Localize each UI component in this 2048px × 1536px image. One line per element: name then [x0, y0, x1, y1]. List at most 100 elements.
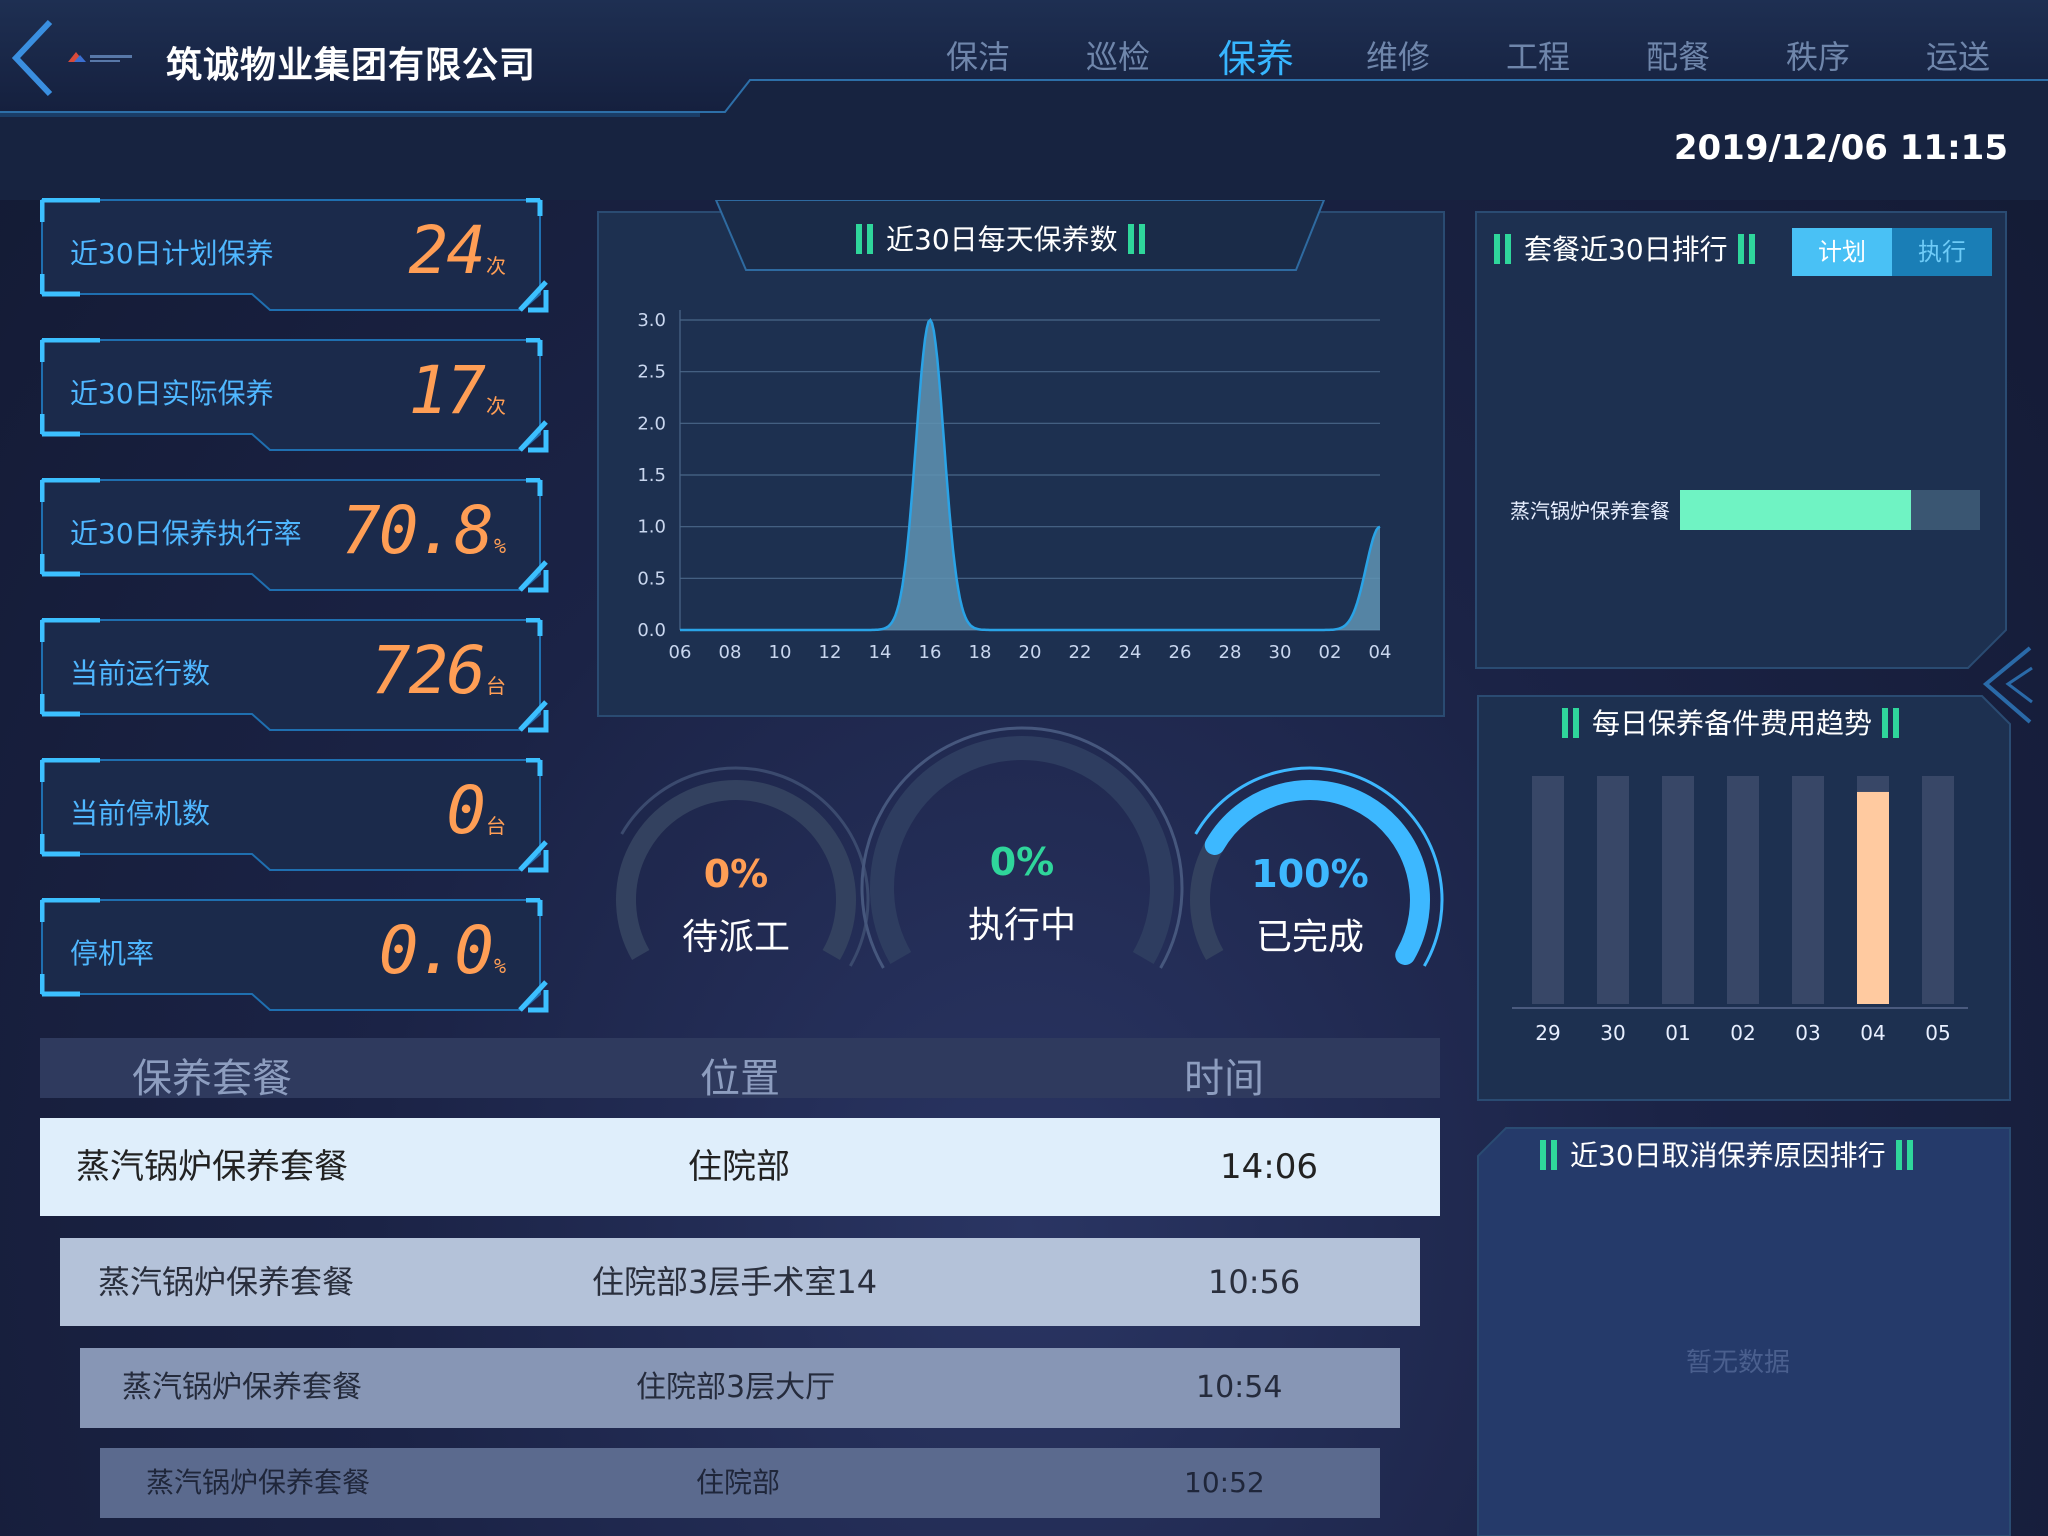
- back-button[interactable]: [8, 18, 58, 98]
- chevron-left-icon: [11, 19, 53, 97]
- x-tick-label: 26: [1169, 642, 1192, 663]
- y-tick-label: 0.5: [637, 568, 666, 589]
- cell-time: 10:52: [1184, 1466, 1265, 1499]
- stat-label: 近30日保养执行率: [70, 517, 302, 550]
- stat-value: 24: [408, 212, 486, 289]
- stat-label: 当前运行数: [70, 657, 211, 690]
- stat-value: 726: [370, 632, 486, 709]
- tab-5[interactable]: 配餐: [1646, 32, 1710, 78]
- table-header: 保养套餐 位置 时间: [40, 1038, 1440, 1102]
- gauge-pending: 0% 待派工: [596, 760, 876, 1044]
- cost-track: [1597, 776, 1629, 1004]
- gauge-in-progress: 0% 执行中: [842, 708, 1202, 1072]
- stat-value-group: 726 台: [371, 632, 506, 709]
- cell-loc: 住院部: [696, 1466, 781, 1499]
- gauge-completed: 100% 已完成: [1170, 760, 1450, 1044]
- table-row[interactable]: 蒸汽锅炉保养套餐 住院部 14:06: [40, 1118, 1440, 1216]
- cost-chart: 29 30 01 02 03 04 05: [1512, 776, 1968, 1045]
- stat-label: 停机率: [70, 937, 155, 970]
- gauge-value: 0%: [703, 852, 769, 896]
- datetime: 2019/12/06 11:15: [1673, 128, 2008, 168]
- x-tick-label: 28: [1219, 642, 1242, 663]
- cost-x-label: 01: [1665, 1021, 1690, 1045]
- toggle-plan[interactable]: 计划: [1792, 228, 1892, 276]
- x-tick-label: 14: [869, 642, 892, 663]
- cancel-panel-frame: [1477, 1127, 2011, 1536]
- x-tick-label: 20: [1019, 642, 1042, 663]
- cell-time: 10:56: [1208, 1263, 1301, 1301]
- table-row[interactable]: 蒸汽锅炉保养套餐 住院部3层大厅 10:54: [80, 1348, 1400, 1428]
- cell-loc: 住院部3层手术室14: [592, 1263, 878, 1301]
- company-name: 筑诚物业集团有限公司: [166, 45, 537, 86]
- stat-value: 0.0: [378, 912, 494, 989]
- tab-0[interactable]: 保洁: [946, 32, 1010, 78]
- stat-unit: %: [493, 954, 506, 978]
- stat-unit: %: [493, 534, 506, 558]
- stat-label: 当前停机数: [70, 797, 211, 830]
- header: 筑诚物业集团有限公司 保洁 巡检 保养 维修 工程 配餐 秩序 运送 2019/12/06 1…: [0, 0, 2048, 200]
- x-tick-label: 08: [719, 642, 742, 663]
- table-row[interactable]: 蒸汽锅炉保养套餐 住院部3层手术室14 10:56: [60, 1238, 1420, 1326]
- stat-value-group: 0.0%: [379, 912, 506, 989]
- tab-6[interactable]: 秩序: [1786, 32, 1850, 78]
- rank-bar: [1680, 490, 1911, 530]
- logo-icon: [68, 52, 132, 62]
- stat-value-group: 17 次: [409, 352, 506, 429]
- cell-pkg: 蒸汽锅炉保养套餐: [76, 1147, 348, 1187]
- gauge-label: 执行中: [967, 905, 1076, 946]
- cell-loc: 住院部3层大厅: [636, 1370, 836, 1405]
- x-tick-label: 24: [1119, 642, 1142, 663]
- stat-card: 停机率 0.0%: [40, 898, 550, 1014]
- tab-2[interactable]: 保养: [1218, 28, 1294, 83]
- y-tick-label: 3.0: [637, 310, 666, 331]
- tab-4[interactable]: 工程: [1506, 32, 1570, 78]
- tab-3[interactable]: 维修: [1366, 32, 1430, 78]
- y-tick-label: 2.0: [637, 413, 666, 434]
- cell-pkg: 蒸汽锅炉保养套餐: [98, 1263, 355, 1301]
- cost-x-label: 02: [1730, 1021, 1755, 1045]
- cost-trend-panel: 每日保养备件费用趋势 29 30 01 02 03 04 05: [1476, 694, 2012, 1104]
- cost-x-label: 03: [1795, 1021, 1820, 1045]
- x-tick-label: 02: [1319, 642, 1342, 663]
- x-tick-label: 22: [1069, 642, 1092, 663]
- cost-bar: [1857, 791, 1889, 1004]
- cost-track: [1532, 776, 1564, 1004]
- stat-value: 17: [408, 352, 486, 429]
- gauge-value: 100%: [1251, 852, 1369, 896]
- x-tick-label: 12: [819, 642, 842, 663]
- daily-maintenance-panel: 近30日每天保养数 0.0 0.5 1.0 1.5 2.0 2.5 3.0 06 08 10 12 1…: [596, 200, 1446, 720]
- gauge-ring: [616, 766, 870, 967]
- cell-pkg: 蒸汽锅炉保养套餐: [146, 1466, 371, 1499]
- gauge-ring: [860, 726, 1184, 969]
- table-row[interactable]: 蒸汽锅炉保养套餐 住院部 10:52: [100, 1448, 1380, 1518]
- daily-chart: 0.0 0.5 1.0 1.5 2.0 2.5 3.0 06 08 10 12 14 16 18 20 22 2…: [637, 310, 1391, 663]
- empty-state: 暂无数据: [1686, 1348, 1791, 1378]
- th-package: 保养套餐: [132, 1056, 292, 1102]
- th-time: 时间: [1184, 1056, 1264, 1102]
- cost-track: [1662, 776, 1694, 1004]
- cost-x-label: 30: [1600, 1021, 1625, 1045]
- x-tick-label: 10: [769, 642, 792, 663]
- package-ranking-panel: 套餐近30日排行 蒸汽锅炉保养套餐: [1474, 210, 2014, 710]
- y-tick-label: 2.5: [637, 362, 666, 383]
- tab-7[interactable]: 运送: [1926, 32, 1990, 78]
- gauge-label: 已完成: [1255, 917, 1364, 958]
- cell-loc: 住院部: [688, 1147, 790, 1187]
- x-tick-label: 16: [919, 642, 942, 663]
- cost-track: [1922, 776, 1954, 1004]
- stat-unit: 次: [486, 394, 506, 418]
- th-location: 位置: [700, 1056, 780, 1102]
- x-tick-label: 06: [669, 642, 692, 663]
- toggle-exec[interactable]: 执行: [1892, 228, 1992, 276]
- x-tick-label: 30: [1269, 642, 1292, 663]
- cost-track: [1792, 776, 1824, 1004]
- cancel-title-text: 近30日取消保养原因排行: [1570, 1139, 1886, 1172]
- cost-track: [1727, 776, 1759, 1004]
- title-bars-icon: [1895, 1140, 1913, 1170]
- title-bars-icon: [1540, 1140, 1557, 1170]
- cell-pkg: 蒸汽锅炉保养套餐: [122, 1370, 362, 1405]
- stat-unit: 台: [486, 814, 506, 838]
- gauge-label: 待派工: [681, 917, 790, 958]
- tab-1[interactable]: 巡检: [1086, 32, 1150, 78]
- cost-x-label: 04: [1860, 1021, 1885, 1045]
